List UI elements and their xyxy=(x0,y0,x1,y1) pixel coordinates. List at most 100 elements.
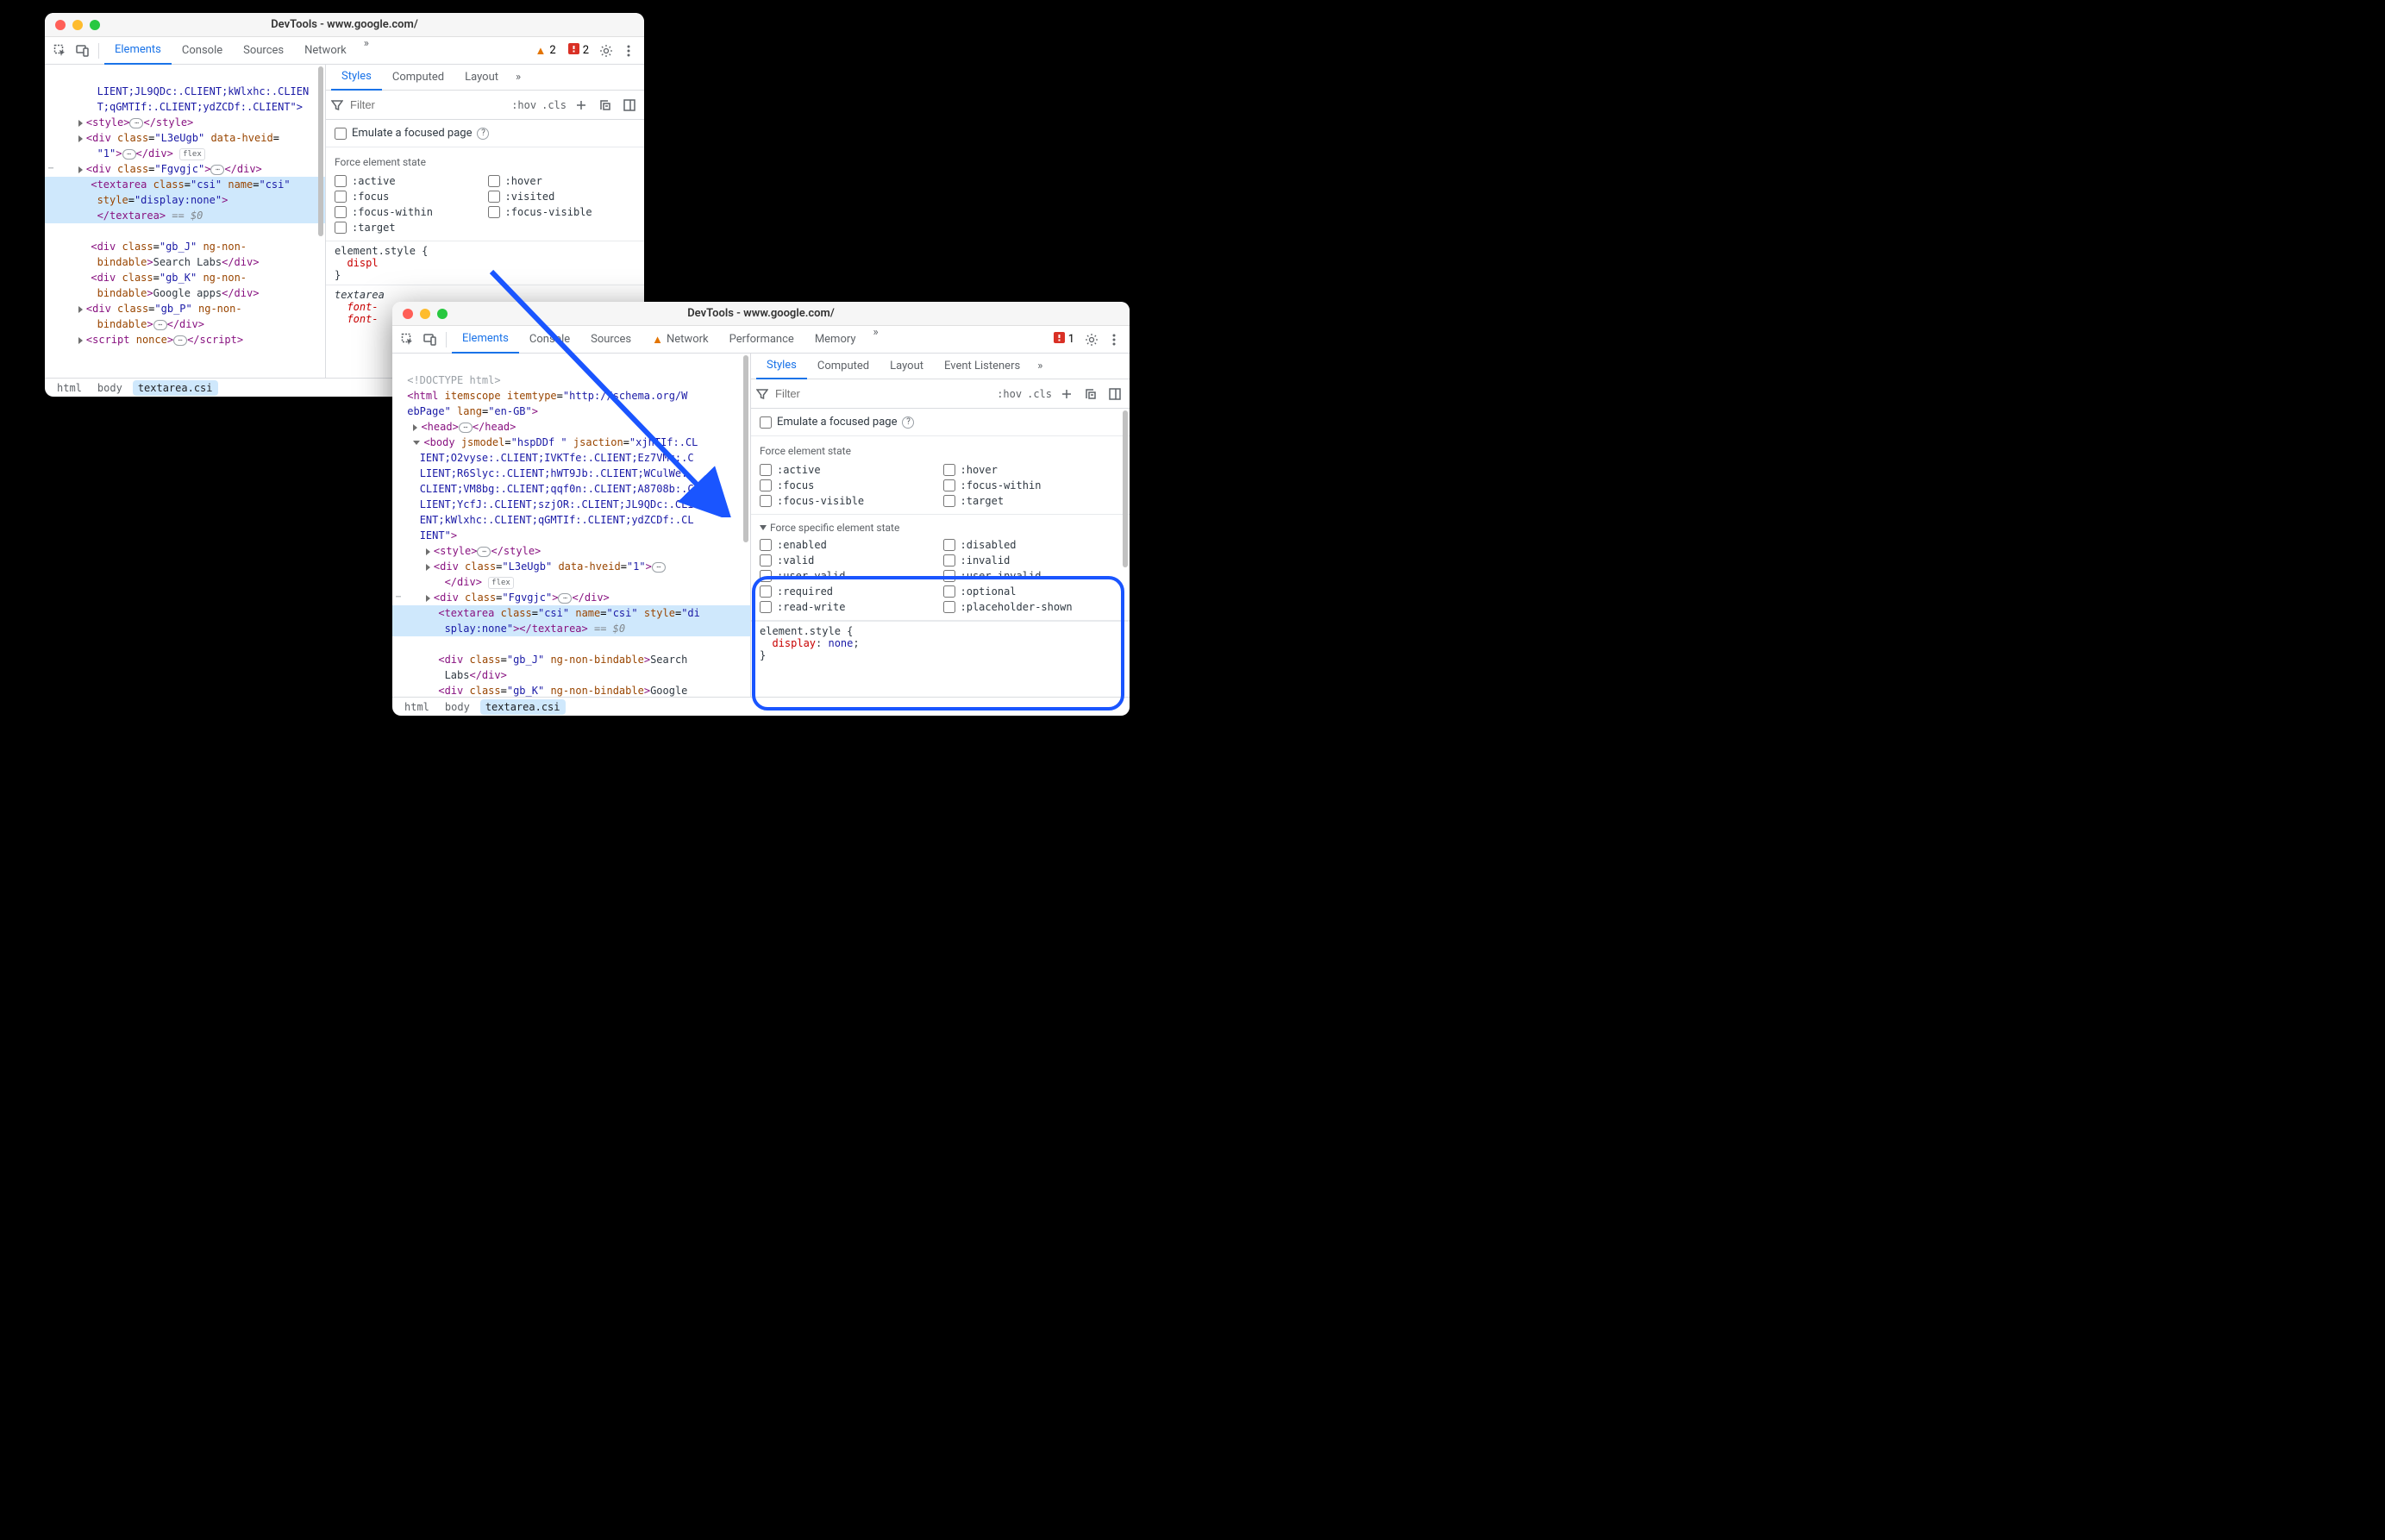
inspect-icon[interactable] xyxy=(50,41,71,61)
force-specific-state-panel: Force specific element state :enabled :v… xyxy=(751,515,1130,621)
close-button[interactable] xyxy=(55,20,66,30)
emulate-focused-checkbox[interactable]: Emulate a focused page ? xyxy=(335,125,635,141)
new-rule-icon[interactable] xyxy=(572,96,591,115)
inspect-icon[interactable] xyxy=(398,329,418,350)
hov-toggle[interactable]: :hov xyxy=(997,388,1022,400)
stab-styles[interactable]: Styles xyxy=(756,354,807,379)
device-mode-icon[interactable] xyxy=(72,41,93,61)
new-rule-icon[interactable] xyxy=(1057,385,1076,404)
computed-toggle-icon[interactable] xyxy=(620,96,639,115)
crumb-body[interactable]: body xyxy=(440,699,475,715)
state-enabled[interactable]: :enabled xyxy=(760,537,938,553)
minimize-button[interactable] xyxy=(72,20,83,30)
more-tabs-icon[interactable]: » xyxy=(867,326,886,354)
tab-elements[interactable]: Elements xyxy=(452,326,519,354)
state-read-write[interactable]: :read-write xyxy=(760,599,938,615)
stab-computed[interactable]: Computed xyxy=(807,354,880,379)
dom-tree[interactable]: <!DOCTYPE html> <html itemscope itemtype… xyxy=(392,354,750,697)
crumb-html[interactable]: html xyxy=(399,699,435,715)
crumb-textarea[interactable]: textarea.csi xyxy=(480,699,566,715)
more-tabs-icon[interactable]: » xyxy=(357,37,376,65)
stab-styles[interactable]: Styles xyxy=(331,65,382,91)
state-visited[interactable]: :visited xyxy=(488,189,636,204)
styles-filter-bar: :hov .cls xyxy=(326,91,644,120)
state-disabled[interactable]: :disabled xyxy=(943,537,1122,553)
crumb-html[interactable]: html xyxy=(52,380,87,396)
copy-styles-icon[interactable] xyxy=(1081,385,1100,404)
emulate-focused-checkbox[interactable]: Emulate a focused page ? xyxy=(760,414,1121,430)
settings-icon[interactable] xyxy=(1081,329,1102,350)
warnings-badge[interactable]: ▲ 2 xyxy=(530,44,561,58)
tab-elements[interactable]: Elements xyxy=(104,37,172,65)
stabs-more-icon[interactable]: » xyxy=(509,71,528,84)
filter-input[interactable] xyxy=(773,386,877,401)
cls-toggle[interactable]: .cls xyxy=(1027,388,1052,400)
warning-icon: ▲ xyxy=(535,44,547,58)
state-invalid[interactable]: :invalid xyxy=(943,553,1122,568)
state-focus-visible[interactable]: :focus-visible xyxy=(760,493,938,509)
tab-network[interactable]: Network xyxy=(294,37,357,65)
crumb-textarea[interactable]: textarea.csi xyxy=(133,380,218,396)
tab-network[interactable]: ▲Network xyxy=(642,326,718,354)
state-focus-visible[interactable]: :focus-visible xyxy=(488,204,636,220)
dom-scrollbar[interactable] xyxy=(318,66,323,376)
computed-toggle-icon[interactable] xyxy=(1105,385,1124,404)
hov-toggle[interactable]: :hov xyxy=(511,99,536,111)
filter-input-wrap[interactable] xyxy=(756,386,992,401)
errors-badge[interactable]: 1 xyxy=(1049,332,1080,347)
state-hover[interactable]: :hover xyxy=(943,462,1122,478)
toolbar-separator xyxy=(446,332,447,347)
stab-layout[interactable]: Layout xyxy=(454,65,509,91)
state-active[interactable]: :active xyxy=(335,173,483,189)
state-target[interactable]: :target xyxy=(943,493,1122,509)
state-optional[interactable]: :optional xyxy=(943,584,1122,599)
filter-input-wrap[interactable] xyxy=(331,97,506,112)
state-focus[interactable]: :focus xyxy=(760,478,938,493)
breadcrumb[interactable]: html body textarea.csi xyxy=(392,697,1130,716)
errors-badge[interactable]: 2 xyxy=(563,43,594,58)
warning-icon: ▲ xyxy=(652,333,663,347)
styles-scrollbar[interactable] xyxy=(1123,410,1128,695)
zoom-button[interactable] xyxy=(437,309,448,319)
crumb-body[interactable]: body xyxy=(92,380,128,396)
state-user-valid[interactable]: :user-valid xyxy=(760,568,938,584)
close-button[interactable] xyxy=(403,309,413,319)
filter-input[interactable] xyxy=(348,97,400,112)
tab-console[interactable]: Console xyxy=(519,326,580,354)
zoom-button[interactable] xyxy=(90,20,100,30)
state-hover[interactable]: :hover xyxy=(488,173,636,189)
stab-event-listeners[interactable]: Event Listeners xyxy=(934,354,1030,379)
settings-icon[interactable] xyxy=(596,41,617,61)
help-icon[interactable]: ? xyxy=(477,128,489,140)
state-focus[interactable]: :focus xyxy=(335,189,483,204)
state-active[interactable]: :active xyxy=(760,462,938,478)
dom-tree[interactable]: LIENT;JL9QDc:.CLIENT;kWlxhc:.CLIEN T;qGM… xyxy=(45,65,325,378)
state-focus-within[interactable]: :focus-within xyxy=(335,204,483,220)
stab-computed[interactable]: Computed xyxy=(382,65,454,91)
element-style-rule[interactable]: element.style { display: none; } xyxy=(751,621,1130,665)
state-focus-within[interactable]: :focus-within xyxy=(943,478,1122,493)
stabs-more-icon[interactable]: » xyxy=(1030,360,1049,372)
device-mode-icon[interactable] xyxy=(420,329,441,350)
dom-scrollbar[interactable] xyxy=(743,355,748,695)
cls-toggle[interactable]: .cls xyxy=(541,99,567,111)
emulate-panel: Emulate a focused page ? xyxy=(751,409,1130,436)
state-valid[interactable]: :valid xyxy=(760,553,938,568)
tab-performance[interactable]: Performance xyxy=(719,326,804,354)
state-required[interactable]: :required xyxy=(760,584,938,599)
state-user-invalid[interactable]: :user-invalid xyxy=(943,568,1122,584)
more-options-icon[interactable] xyxy=(1104,329,1124,350)
copy-styles-icon[interactable] xyxy=(596,96,615,115)
minimize-button[interactable] xyxy=(420,309,430,319)
state-target[interactable]: :target xyxy=(335,220,483,235)
force-specific-disclose[interactable]: Force specific element state xyxy=(760,522,1121,534)
help-icon[interactable]: ? xyxy=(902,416,914,429)
more-options-icon[interactable] xyxy=(618,41,639,61)
tab-sources[interactable]: Sources xyxy=(580,326,642,354)
tab-sources[interactable]: Sources xyxy=(233,37,294,65)
state-placeholder-shown[interactable]: :placeholder-shown xyxy=(943,599,1122,615)
stab-layout[interactable]: Layout xyxy=(880,354,934,379)
element-style-rule[interactable]: element.style { displ } xyxy=(326,241,644,285)
tab-memory[interactable]: Memory xyxy=(804,326,867,354)
tab-console[interactable]: Console xyxy=(172,37,233,65)
